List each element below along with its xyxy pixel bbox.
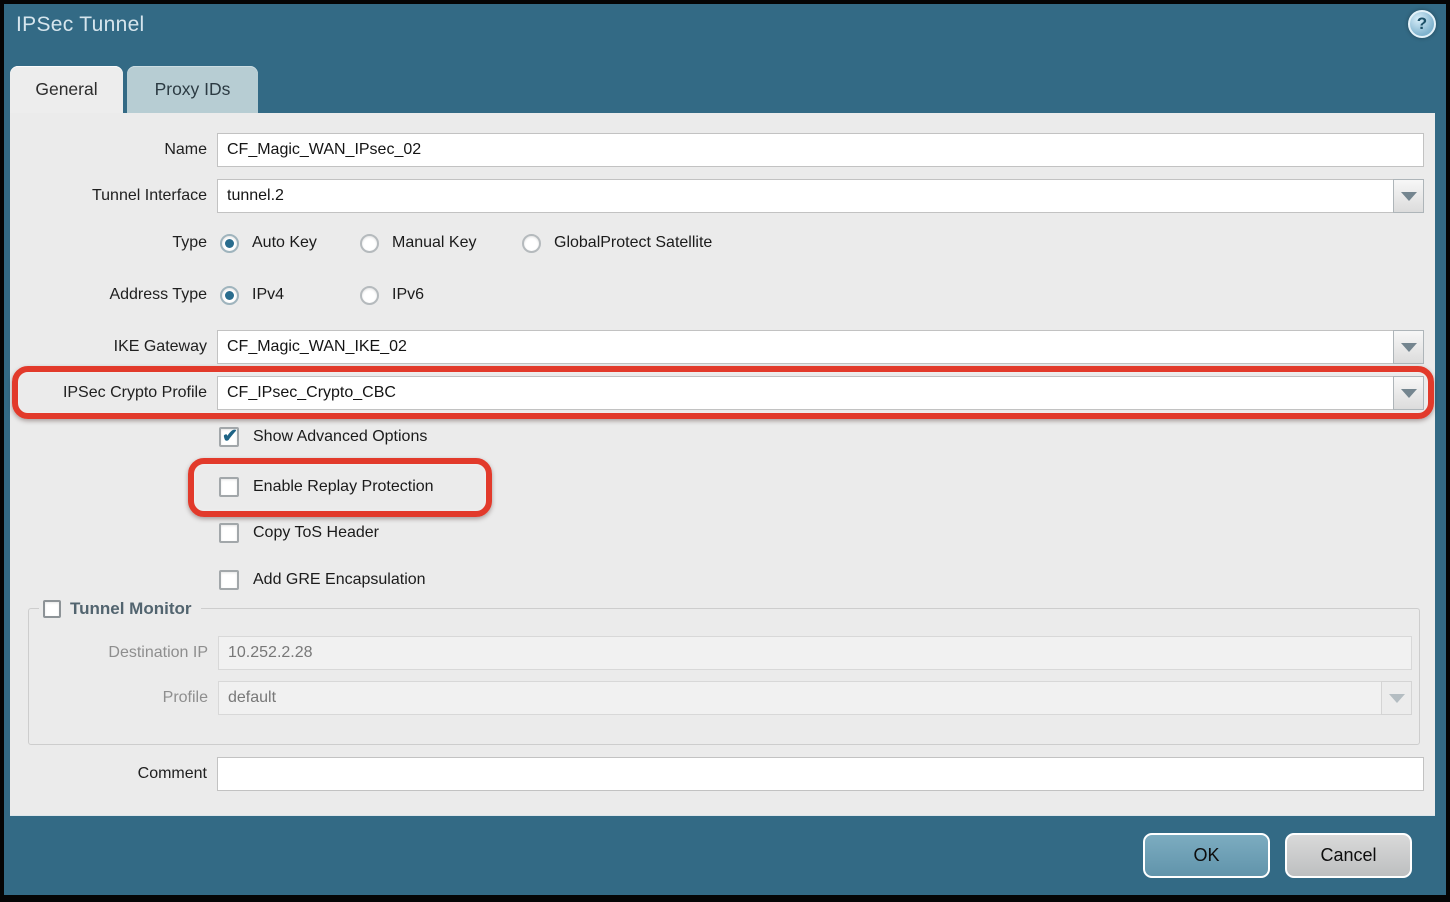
radio-globalprotect-satellite-label: GlobalProtect Satellite (554, 234, 712, 252)
tunnel-interface-row: Tunnel Interface (10, 179, 1424, 213)
radio-manual-key-label: Manual Key (392, 234, 477, 252)
dialog-title: IPSec Tunnel (16, 13, 145, 37)
copy-tos-header-checkbox[interactable] (219, 523, 239, 543)
comment-input[interactable] (217, 757, 1424, 791)
name-input[interactable] (217, 133, 1424, 167)
address-type-option-ipv6[interactable]: IPv6 (360, 277, 424, 313)
tunnel-interface-label: Tunnel Interface (10, 187, 207, 205)
tunnel-interface-input[interactable] (217, 179, 1394, 213)
name-row: Name (10, 133, 1424, 167)
ike-gateway-row: IKE Gateway (10, 330, 1424, 364)
chevron-down-icon (1401, 192, 1417, 201)
ike-gateway-label: IKE Gateway (10, 338, 207, 356)
enable-replay-protection-label: Enable Replay Protection (253, 478, 434, 496)
add-gre-encapsulation-checkbox[interactable] (219, 570, 239, 590)
copy-tos-header-row[interactable]: Copy ToS Header (219, 520, 379, 546)
cancel-button-label: Cancel (1320, 845, 1376, 866)
show-advanced-options-row[interactable]: Show Advanced Options (219, 424, 427, 450)
tunnel-monitor-checkbox[interactable] (43, 600, 61, 618)
ipsec-crypto-profile-row: IPSec Crypto Profile (10, 376, 1424, 410)
radio-ipv4-label: IPv4 (252, 286, 284, 304)
ok-button-label: OK (1193, 845, 1219, 866)
address-type-option-ipv4[interactable]: IPv4 (220, 277, 284, 313)
type-row: Type Auto Key Manual Key GlobalProtect S… (10, 225, 1424, 261)
comment-row: Comment (10, 757, 1424, 791)
chevron-down-icon (1401, 389, 1417, 398)
radio-auto-key-label: Auto Key (252, 234, 317, 252)
help-icon-glyph: ? (1417, 14, 1427, 34)
profile-label: Profile (29, 689, 208, 707)
ike-gateway-input[interactable] (217, 330, 1394, 364)
ike-gateway-dropdown-button[interactable] (1393, 330, 1424, 364)
name-label: Name (10, 141, 207, 159)
help-icon[interactable]: ? (1408, 10, 1436, 38)
ipsec-crypto-profile-input[interactable] (217, 376, 1394, 410)
profile-input (218, 681, 1382, 715)
profile-row: Profile (29, 681, 1412, 715)
tunnel-monitor-legend: Tunnel Monitor (39, 597, 201, 621)
enable-replay-protection-row[interactable]: Enable Replay Protection (219, 474, 434, 500)
copy-tos-header-label: Copy ToS Header (253, 524, 379, 542)
enable-replay-protection-checkbox[interactable] (219, 477, 239, 497)
destination-ip-input (218, 636, 1412, 670)
type-option-manual-key[interactable]: Manual Key (360, 225, 477, 261)
cancel-button[interactable]: Cancel (1285, 833, 1412, 878)
tab-general-label: General (35, 79, 97, 100)
tunnel-interface-dropdown-button[interactable] (1393, 179, 1424, 213)
tab-general[interactable]: General (10, 66, 123, 113)
destination-ip-label: Destination IP (29, 644, 208, 662)
add-gre-encapsulation-row[interactable]: Add GRE Encapsulation (219, 567, 426, 593)
radio-ipv6[interactable] (360, 286, 379, 305)
ipsec-crypto-profile-label: IPSec Crypto Profile (10, 384, 207, 402)
tunnel-monitor-label: Tunnel Monitor (70, 599, 192, 619)
comment-label: Comment (10, 765, 207, 783)
chevron-down-icon (1401, 343, 1417, 352)
radio-ipv4[interactable] (220, 286, 239, 305)
address-type-label: Address Type (10, 286, 207, 304)
general-tab-panel: Name Tunnel Interface Type Auto Key (10, 113, 1435, 816)
show-advanced-options-checkbox[interactable] (219, 427, 239, 447)
tunnel-monitor-fieldset: Tunnel Monitor Destination IP Profile (28, 608, 1420, 745)
type-option-auto-key[interactable]: Auto Key (220, 225, 317, 261)
radio-auto-key[interactable] (220, 234, 239, 253)
type-option-globalprotect-satellite[interactable]: GlobalProtect Satellite (522, 225, 712, 261)
radio-manual-key[interactable] (360, 234, 379, 253)
show-advanced-options-label: Show Advanced Options (253, 428, 427, 446)
destination-ip-row: Destination IP (29, 636, 1412, 670)
chevron-down-icon (1389, 694, 1405, 703)
add-gre-encapsulation-label: Add GRE Encapsulation (253, 571, 426, 589)
profile-dropdown-button (1381, 681, 1412, 715)
tab-proxy-ids[interactable]: Proxy IDs (127, 66, 258, 113)
radio-globalprotect-satellite[interactable] (522, 234, 541, 253)
type-label: Type (10, 234, 207, 252)
ipsec-crypto-profile-dropdown-button[interactable] (1393, 376, 1424, 410)
ok-button[interactable]: OK (1143, 833, 1270, 878)
ipsec-tunnel-dialog: IPSec Tunnel ? General Proxy IDs Name Tu… (0, 0, 1450, 902)
address-type-row: Address Type IPv4 IPv6 (10, 277, 1424, 313)
tab-proxy-ids-label: Proxy IDs (155, 79, 231, 100)
radio-ipv6-label: IPv6 (392, 286, 424, 304)
